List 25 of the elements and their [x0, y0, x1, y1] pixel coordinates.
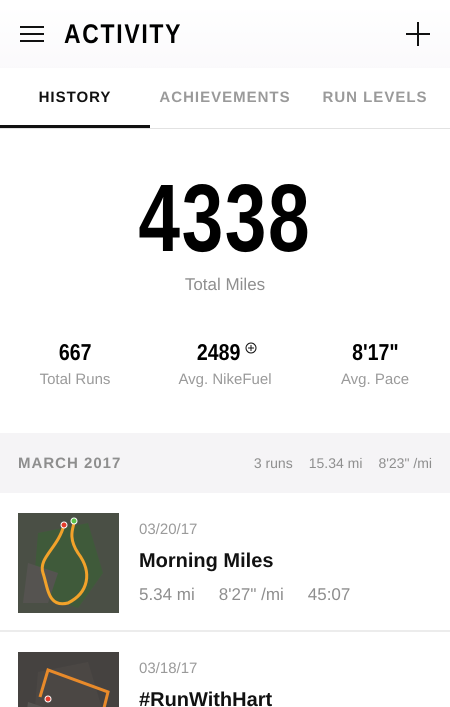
- activity-title: #RunWithHart: [139, 689, 272, 707]
- stat-value: 8'17": [352, 339, 398, 366]
- page-title: ACTIVITY: [64, 18, 184, 50]
- month-title: MARCH 2017: [18, 454, 122, 472]
- activity-title: Morning Miles: [139, 550, 274, 573]
- month-runs: 3 runs: [254, 455, 293, 471]
- activity-distance: 5.34 mi: [139, 585, 195, 605]
- total-miles-value: 4338: [138, 171, 312, 267]
- tab[interactable]: HISTORY: [0, 68, 150, 128]
- activity-pace: 8'27" /mi: [218, 585, 284, 605]
- activity-date: 03/18/17: [139, 660, 198, 677]
- stat-label: Avg. Pace: [340, 371, 410, 388]
- stat-value: 667: [58, 339, 92, 366]
- activity-duration: 45:07: [308, 585, 350, 605]
- total-miles-label: Total Miles: [184, 275, 266, 295]
- activity-date: 03/20/17: [139, 521, 198, 538]
- stat-label: Total Runs: [40, 371, 110, 388]
- menu-icon[interactable]: [20, 25, 44, 43]
- stat-label: Avg. NikeFuel: [178, 371, 272, 388]
- activity-item[interactable]: 03/18/17 #RunWithHart: [0, 632, 450, 707]
- month-pace: 8'23" /mi: [378, 455, 432, 471]
- activity-item[interactable]: 03/20/17 Morning Miles 5.34 mi 8'27" /mi 45:07: [0, 493, 450, 632]
- stat-value: 2489: [197, 339, 241, 366]
- add-icon[interactable]: [406, 22, 430, 46]
- month-distance: 15.34 mi: [308, 455, 362, 471]
